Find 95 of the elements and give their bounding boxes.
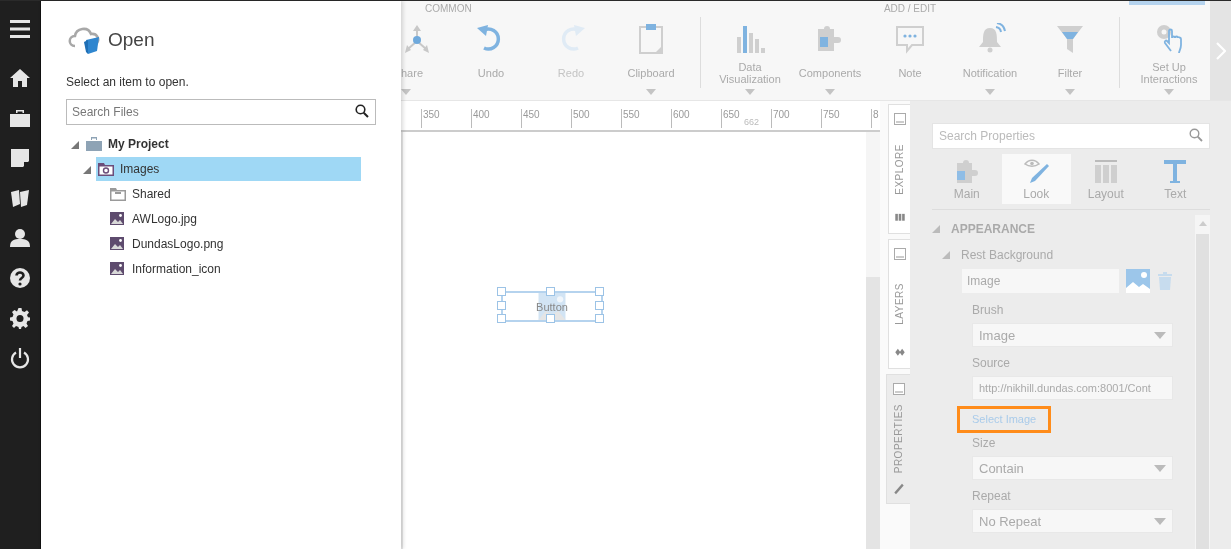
- panel-icon: [893, 113, 906, 125]
- search-icon[interactable]: [355, 104, 369, 118]
- resize-handle[interactable]: [546, 314, 555, 323]
- caret-icon: [745, 89, 755, 95]
- caret-icon: [1154, 331, 1166, 339]
- image-icon: [110, 210, 126, 227]
- expand-arrow-icon[interactable]: [71, 140, 79, 149]
- panel-icon: [893, 248, 906, 260]
- toolbar-button[interactable]: Undo: [451, 17, 531, 97]
- group-label: ADD / EDIT: [883, 3, 937, 14]
- toolbar-button[interactable]: Components: [790, 17, 870, 97]
- tree-item[interactable]: DundasLogo.png: [108, 231, 361, 256]
- side-tab[interactable]: EXPLORE: [888, 104, 910, 234]
- ruler-label: 500: [571, 109, 621, 128]
- value-field[interactable]: Image: [962, 269, 1119, 293]
- tab[interactable]: Main: [932, 154, 1002, 204]
- toolbar-button[interactable]: Notification: [950, 17, 1030, 97]
- dropdown[interactable]: Image: [972, 323, 1173, 347]
- panel-title: Open: [108, 29, 155, 51]
- tab[interactable]: Look: [1001, 154, 1071, 204]
- note-icon[interactable]: [10, 147, 30, 169]
- folder-icon: [110, 185, 126, 202]
- caret-icon: [1164, 89, 1174, 95]
- toolbar-button[interactable]: Clipboard: [611, 17, 691, 97]
- tab[interactable]: Layout: [1071, 154, 1141, 204]
- search-field[interactable]: Search Files: [66, 99, 376, 125]
- settings-icon[interactable]: [10, 307, 30, 329]
- image-picker-icon[interactable]: [1126, 269, 1150, 293]
- tree-item[interactable]: AWLogo.jpg: [108, 206, 361, 231]
- toolbar-button[interactable]: Data Visualization: [710, 17, 790, 97]
- eye-brush-icon: [1023, 157, 1050, 184]
- ruler-label: 350: [421, 109, 471, 128]
- trash-icon[interactable]: [1157, 272, 1173, 290]
- panel-icon: [892, 383, 905, 395]
- speech-bubble-icon: [894, 23, 926, 55]
- section-heading: APPEARANCE: [951, 222, 1035, 236]
- image-icon: [110, 235, 126, 252]
- tree-item[interactable]: Images: [96, 156, 361, 181]
- field-label: Repeat: [972, 489, 1012, 505]
- caret-icon: [1154, 464, 1166, 472]
- expand-arrow-icon[interactable]: [83, 165, 91, 174]
- ruler-label: 600: [671, 109, 721, 128]
- briefcase-icon[interactable]: [10, 107, 30, 129]
- user-icon[interactable]: [10, 227, 30, 249]
- pencil-icon: [892, 483, 905, 495]
- filter-icon: [1054, 23, 1086, 55]
- caret-icon: [401, 89, 411, 95]
- tab[interactable]: Text: [1140, 154, 1210, 204]
- caret-icon: [825, 89, 835, 95]
- caret-icon: [646, 89, 656, 95]
- select-image-link[interactable]: Select Image: [957, 406, 1052, 433]
- briefcase-icon: [86, 135, 102, 152]
- bar-chart-icon: [734, 23, 766, 55]
- ruler-label: 400: [471, 109, 521, 128]
- field-label: Source: [972, 356, 1012, 372]
- position-marker: 662: [744, 117, 760, 127]
- power-icon[interactable]: [10, 347, 30, 369]
- chevron-right-icon: [1215, 41, 1226, 60]
- image-icon: [110, 260, 126, 277]
- tree-item[interactable]: My Project: [84, 131, 361, 156]
- caret-up-icon: [1198, 221, 1207, 226]
- dropdown[interactable]: Contain: [972, 456, 1173, 480]
- caret-icon: [985, 89, 995, 95]
- toolbar-button[interactable]: Filter: [1030, 17, 1110, 97]
- dropdown[interactable]: No Repeat: [972, 509, 1173, 533]
- caret-icon: [1154, 517, 1166, 525]
- tree-item[interactable]: Information_icon: [108, 256, 361, 281]
- ruler-label: 700: [771, 109, 821, 128]
- scrollbar[interactable]: [1195, 215, 1210, 549]
- group-label: COMMON: [425, 3, 472, 14]
- toolbar-button[interactable]: hare: [401, 17, 451, 97]
- group-heading: Rest Background: [961, 248, 1054, 262]
- text-icon: [1162, 157, 1189, 184]
- tree-item[interactable]: Shared: [108, 181, 361, 206]
- field-label: Size: [972, 436, 997, 452]
- ruler-label: 750: [821, 109, 871, 128]
- camera-folder-icon: [98, 160, 114, 177]
- field-label: Brush: [972, 303, 1005, 319]
- scrollbar[interactable]: [866, 132, 880, 549]
- side-tab[interactable]: LAYERS: [888, 239, 910, 369]
- toolbar-button[interactable]: Note: [870, 17, 950, 97]
- ruler-label: 550: [621, 109, 671, 128]
- instruction-text: Select an item to open.: [66, 75, 190, 89]
- help-icon[interactable]: [10, 267, 30, 289]
- side-tab[interactable]: PROPERTIES: [886, 374, 910, 504]
- toolbar-button[interactable]: Set Up Interactions: [1129, 17, 1209, 97]
- home-icon[interactable]: [10, 67, 30, 89]
- menu-icon[interactable]: [10, 18, 30, 40]
- text-field[interactable]: http://nikhill.dundas.com:8001/Cont: [972, 376, 1173, 400]
- columns-icon: [1092, 157, 1119, 184]
- resize-handle[interactable]: [546, 287, 555, 296]
- folders-icon[interactable]: [10, 187, 30, 209]
- caret-icon: [1065, 89, 1075, 95]
- scroll-right-button[interactable]: [1210, 1, 1231, 100]
- ruler-label: 450: [521, 109, 571, 128]
